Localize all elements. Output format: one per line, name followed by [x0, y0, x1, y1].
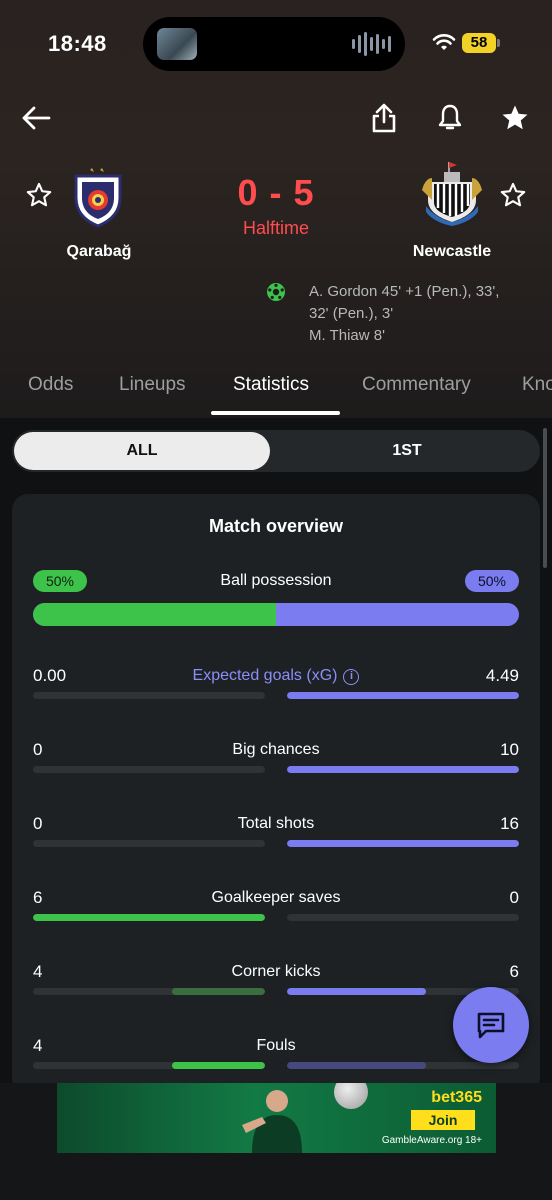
football-icon	[267, 283, 285, 301]
share-icon	[372, 103, 396, 133]
away-possession-badge: 50%	[465, 570, 519, 592]
battery-tip	[497, 39, 500, 47]
notifications-button[interactable]	[432, 100, 468, 136]
favorite-away-star-icon[interactable]	[499, 181, 527, 209]
stat-row: 0 Total shots 16	[12, 814, 540, 864]
dynamic-island[interactable]	[143, 17, 405, 71]
newcastle-crest-icon[interactable]	[422, 160, 482, 226]
qarabag-crest-icon[interactable]	[68, 162, 128, 228]
ad-player-image	[242, 1090, 302, 1153]
tab-statistics[interactable]: Statistics	[233, 374, 309, 396]
away-stat-fill	[287, 692, 519, 699]
stat-label-text: Expected goals (xG)	[192, 667, 338, 684]
ad-disclaimer: GambleAware.org 18+	[381, 1135, 482, 1146]
status-bar: 18:48 58	[0, 0, 552, 90]
period-first-half-button[interactable]: 1ST	[278, 432, 536, 470]
stat-away-value: 0	[509, 888, 519, 907]
scorer-line: A. Gordon 45' +1 (Pen.), 33',	[309, 283, 500, 300]
ad-join-button[interactable]: Join	[411, 1110, 475, 1130]
home-stat-track	[33, 1062, 265, 1069]
share-button[interactable]	[366, 100, 402, 136]
away-stat-track	[287, 1062, 519, 1069]
bet365-banner-ad[interactable]: bet365 Join GambleAware.org 18+	[57, 1083, 496, 1153]
match-status: Halftime	[242, 218, 309, 238]
away-stat-fill	[287, 1062, 427, 1069]
active-tab-indicator	[211, 411, 340, 415]
stat-label: Big chances	[232, 741, 320, 758]
possession-label: Ball possession	[220, 572, 332, 589]
period-toggle: ALL 1ST	[12, 430, 540, 472]
now-playing-thumbnail	[157, 28, 197, 60]
away-stat-track	[287, 840, 519, 847]
match-tabs: Odds Lineups Statistics Commentary Knock…	[0, 360, 552, 418]
stat-row: 6 Goalkeeper saves 0	[12, 888, 540, 938]
back-button[interactable]	[18, 100, 54, 136]
away-stat-track	[287, 766, 519, 773]
scrollbar[interactable]	[543, 428, 547, 568]
home-stat-fill	[172, 988, 265, 995]
chat-button[interactable]	[453, 987, 529, 1063]
tab-commentary[interactable]: Commentary	[362, 374, 471, 396]
ad-container: bet365 Join GambleAware.org 18+	[0, 1083, 552, 1200]
stat-label: Total shots	[237, 815, 315, 832]
ad-brand: bet365	[431, 1089, 482, 1107]
stat-row: 0.00 Expected goals (xG) i 4.49	[12, 666, 540, 716]
favorite-match-button[interactable]	[497, 100, 533, 136]
home-stat-track	[33, 988, 265, 995]
ad-ball-image	[334, 1083, 368, 1109]
battery-indicator: 58	[462, 33, 496, 53]
home-stat-track	[33, 840, 265, 847]
stat-label: Goalkeeper saves	[211, 889, 341, 906]
favorite-home-star-icon[interactable]	[25, 181, 53, 209]
home-possession-fill	[33, 603, 276, 626]
home-stat-fill	[172, 1062, 265, 1069]
stat-away-value: 10	[500, 740, 519, 759]
tab-odds[interactable]: Odds	[28, 374, 73, 396]
stat-label[interactable]: Expected goals (xG) i	[12, 667, 540, 685]
scorer-line: M. Thiaw 8'	[309, 327, 385, 344]
match-header: 18:48 58 Qarabağ Newcastle 0 - 5 Halftim…	[0, 0, 552, 418]
ad-brand-text: bet365	[431, 1089, 482, 1106]
stat-label: Corner kicks	[231, 963, 321, 980]
info-icon[interactable]: i	[343, 669, 360, 685]
status-time: 18:48	[48, 31, 107, 56]
home-team-name[interactable]: Qarabağ	[29, 243, 169, 261]
audio-wave-icon	[352, 32, 391, 56]
wifi-icon	[432, 34, 456, 50]
home-stat-track	[33, 766, 265, 773]
home-stat-fill	[33, 914, 265, 921]
stat-away-value: 6	[509, 962, 519, 981]
stat-row: 0 Big chances 10	[12, 740, 540, 790]
away-team-name[interactable]: Newcastle	[382, 243, 522, 261]
bell-icon	[438, 104, 462, 130]
away-stat-track	[287, 692, 519, 699]
home-stat-track	[33, 692, 265, 699]
tab-lineups[interactable]: Lineups	[119, 374, 186, 396]
away-stat-track	[287, 914, 519, 921]
stat-away-value: 4.49	[485, 666, 519, 685]
star-filled-icon	[502, 105, 528, 130]
away-stat-fill	[287, 766, 519, 773]
home-stat-track	[33, 914, 265, 921]
possession-bar	[33, 603, 519, 626]
tab-knockout[interactable]: Knockout	[522, 374, 552, 396]
statistics-content[interactable]: ALL 1ST Match overview 50% Ball possessi…	[0, 418, 552, 1094]
chat-bubble-icon	[477, 1012, 505, 1039]
away-stat-fill	[287, 840, 519, 847]
away-stat-fill	[287, 988, 427, 995]
arrow-left-icon	[22, 106, 51, 130]
scorer-line: 32' (Pen.), 3'	[309, 305, 394, 322]
card-title: Match overview	[208, 516, 344, 536]
match-score: 0 - 5	[237, 172, 315, 213]
period-all-button[interactable]: ALL	[14, 432, 270, 470]
stat-away-value: 16	[500, 814, 519, 833]
